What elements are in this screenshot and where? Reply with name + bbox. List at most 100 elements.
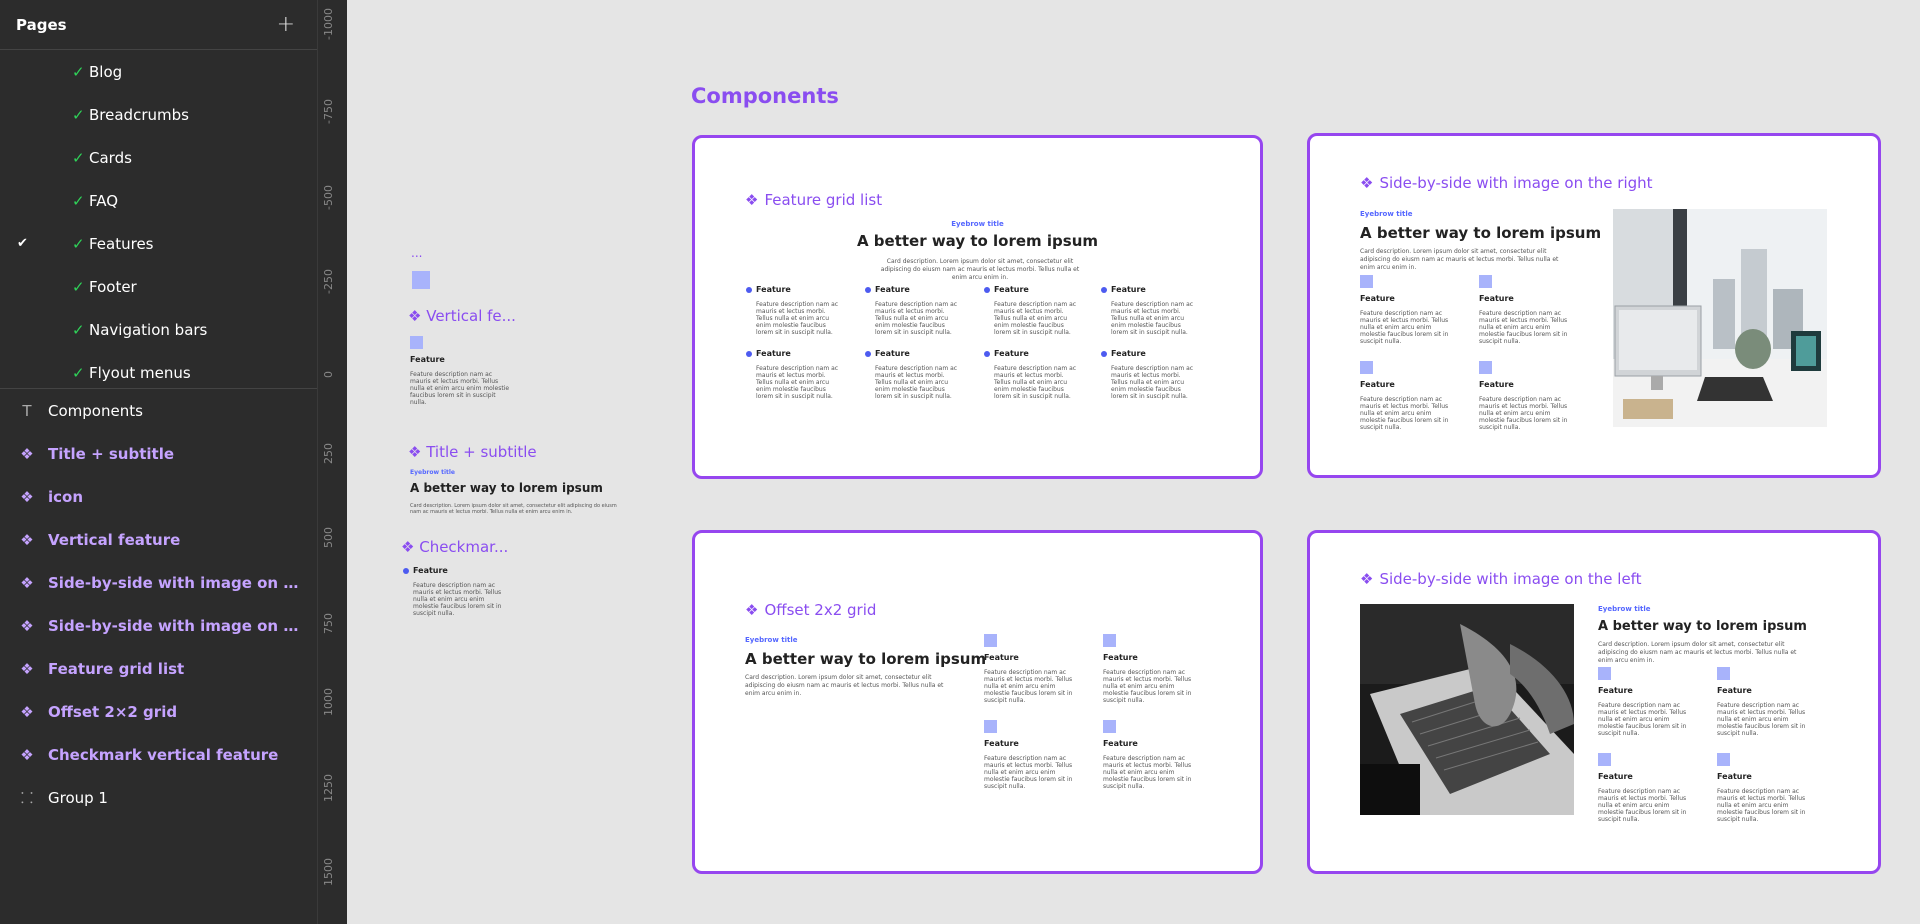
frame-feature-grid-list[interactable]: ❖ Feature grid list Eyebrow title A bette… [692, 135, 1263, 479]
frame-offset-grid[interactable]: ❖ Offset 2x2 grid Eyebrow title A better … [692, 530, 1263, 874]
feature: Feature Feature description nam ac mauris… [1103, 720, 1199, 790]
ruler-tick: 500 [322, 527, 335, 548]
grid-feature: Feature Feature description nam ac mauris… [865, 349, 961, 400]
component-icon: ❖ [20, 616, 34, 635]
canvas-section-title[interactable]: Components [691, 84, 839, 108]
page-item-breadcrumbs[interactable]: ✓ Breadcrumbs [0, 93, 317, 136]
frame-title: ❖ Feature grid list [745, 191, 883, 209]
component-icon: ❖ [745, 191, 759, 209]
eyebrow-title: Eyebrow title [1360, 210, 1413, 218]
component-icon: ❖ [20, 659, 34, 678]
ruler-tick: -250 [322, 269, 335, 294]
layer-checkmark-vertical-feature[interactable]: ❖ Checkmark vertical feature [0, 733, 317, 776]
grid-feature: Feature Feature description nam ac mauris… [1101, 349, 1197, 400]
layer-group-1[interactable]: ⸬ Group 1 [0, 776, 317, 819]
ruler-tick: 0 [322, 371, 335, 378]
check-icon: ✓ [72, 191, 85, 210]
description: Card description. Lorem ipsum dolor sit … [1360, 248, 1559, 271]
component-icon: ❖ [20, 573, 34, 592]
check-icon: ✓ [72, 62, 85, 81]
feature: Feature Feature description nam ac mauris… [1360, 361, 1456, 431]
pages-header: Pages + [0, 0, 317, 50]
feature: Feature Feature description nam ac mauris… [1598, 667, 1694, 737]
component-icon: ❖ [20, 702, 34, 721]
component-icon: ❖ [408, 443, 427, 461]
group-icon: ⸬ [20, 788, 34, 807]
description: Card description. Lorem ipsum dolor sit … [880, 258, 1080, 281]
frame-title: ❖ Side-by-side with image on the right [1360, 174, 1653, 192]
feature: Feature Feature description nam ac mauris… [1598, 753, 1694, 823]
feature: Feature Feature description nam ac mauris… [984, 634, 1080, 704]
page-item-navigation-bars[interactable]: ✓ Navigation bars [0, 308, 317, 351]
feature: Feature Feature description nam ac mauris… [1360, 275, 1456, 345]
checkmark-icon [1101, 350, 1107, 357]
ruler-tick: -500 [322, 185, 335, 210]
layer-components[interactable]: T Components [0, 389, 317, 432]
ruler-tick: -1000 [322, 8, 335, 40]
layer-feature-grid-list[interactable]: ❖ Feature grid list [0, 647, 317, 690]
grid-feature: Feature Feature description nam ac mauris… [984, 285, 1080, 336]
eyebrow-title: Eyebrow title [745, 636, 798, 644]
checkmark-feature-label[interactable]: ❖ Checkmar... [401, 538, 508, 556]
grid-feature: Feature Feature description nam ac mauris… [746, 285, 842, 336]
page-item-flyout-menus[interactable]: ✓ Flyout menus [0, 351, 317, 394]
page-item-blog[interactable]: ✓ Blog [0, 50, 317, 93]
checkmark-icon [984, 350, 990, 357]
layer-side-by-side-left[interactable]: ❖Side-by-side with image on the left [0, 561, 317, 604]
ts-headline: A better way to lorem ipsum [410, 481, 603, 495]
ts-eyebrow: Eyebrow title [410, 469, 456, 476]
vertical-ruler: -1000 -750 -500 -250 0 250 500 750 1000 … [317, 0, 347, 924]
layer-icon[interactable]: ❖ icon [0, 475, 317, 518]
layers-sidebar: Pages + ✓ Blog ✓ Breadcrumbs ✓ Cards ✓ FAQ ✔… [0, 0, 317, 924]
page-item-cards[interactable]: ✓ Cards [0, 136, 317, 179]
headline: A better way to lorem ipsum [1360, 224, 1602, 242]
layer-side-by-side-right[interactable]: ❖Side-by-side with image on the ri... [0, 604, 317, 647]
component-icon: ❖ [20, 530, 34, 549]
ruler-tick: 750 [322, 613, 335, 634]
ts-desc: Card description. Lorem ipsum dolor sit … [410, 503, 617, 515]
check-icon: ✓ [72, 320, 85, 339]
checkmark-feature-component[interactable]: Feature Feature description nam ac mauri… [403, 566, 509, 617]
page-item-features[interactable]: ✔ ✓ Features [0, 222, 317, 265]
layer-title-subtitle[interactable]: ❖ Title + subtitle [0, 432, 317, 475]
vertical-feature-component[interactable]: Feature Feature description nam ac mauri… [410, 336, 510, 406]
headline: A better way to lorem ipsum [745, 650, 987, 668]
component-icon: ❖ [1360, 174, 1374, 192]
ruler-tick: 1500 [322, 858, 335, 886]
office-desk-photo [1613, 209, 1827, 427]
layer-offset-grid[interactable]: ❖ Offset 2×2 grid [0, 690, 317, 733]
ruler-tick: -750 [322, 99, 335, 124]
feature: Feature Feature description nam ac mauris… [1479, 361, 1575, 431]
feature-icon-square [410, 336, 423, 349]
ruler-tick: 1250 [322, 774, 335, 802]
checkmark-icon [403, 567, 409, 574]
component-icon: ❖ [401, 538, 420, 556]
feature: Feature Feature description nam ac mauris… [984, 720, 1080, 790]
check-icon: ✓ [72, 148, 85, 167]
headline: A better way to lorem ipsum [1598, 619, 1807, 634]
checkmark-icon [865, 350, 871, 357]
component-icon: ❖ [408, 307, 427, 325]
headline: A better way to lorem ipsum [856, 232, 1099, 250]
checkmark-icon [746, 350, 752, 357]
vertical-feature-label[interactable]: ❖ Vertical fe... [408, 307, 516, 325]
page-item-faq[interactable]: ✓ FAQ [0, 179, 317, 222]
frame-title: ❖ Offset 2x2 grid [745, 601, 877, 619]
description: Card description. Lorem ipsum dolor sit … [1598, 641, 1797, 664]
icon-component-dots[interactable]: ... [411, 246, 422, 260]
add-page-icon[interactable]: + [277, 13, 295, 36]
current-page-check-icon: ✔ [17, 236, 28, 251]
design-canvas[interactable]: Components ... ❖ Vertical fe... Feature … [347, 0, 1920, 924]
icon-component-square[interactable] [412, 271, 430, 289]
frame-side-by-side-left[interactable]: ❖ Side-by-side with image on the left Eye… [1307, 530, 1881, 874]
pages-title: Pages [16, 15, 67, 34]
layer-vertical-feature[interactable]: ❖ Vertical feature [0, 518, 317, 561]
frame-side-by-side-right[interactable]: ❖ Side-by-side with image on the right Ey… [1307, 133, 1881, 478]
ruler-tick: 250 [322, 443, 335, 464]
title-subtitle-label[interactable]: ❖ Title + subtitle [408, 443, 537, 461]
check-icon: ✓ [72, 277, 85, 296]
check-icon: ✓ [72, 363, 85, 382]
grid-feature: Feature Feature description nam ac mauris… [746, 349, 842, 400]
page-item-footer[interactable]: ✓ Footer [0, 265, 317, 308]
feature: Feature Feature description nam ac mauris… [1103, 634, 1199, 704]
